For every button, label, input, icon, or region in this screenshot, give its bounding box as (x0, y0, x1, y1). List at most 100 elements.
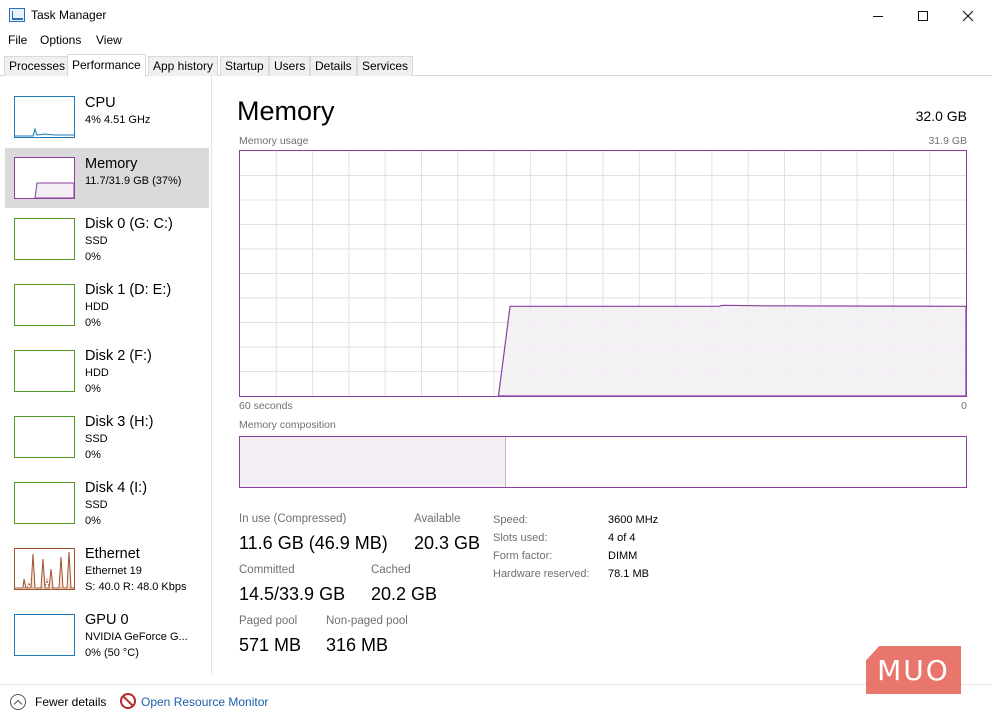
sidebar-item-cpu[interactable]: CPU 4% 4.51 GHz (5, 88, 209, 148)
tab-users[interactable]: Users (269, 56, 311, 76)
sidebar-item-detail: 4% 4.51 GHz (85, 114, 151, 126)
sidebar-item-detail: 0% (85, 449, 101, 461)
close-button[interactable] (945, 0, 991, 32)
menu-view[interactable]: View (96, 33, 122, 47)
memory-composition-label: Memory composition (239, 419, 336, 431)
sidebar-item-disk-1[interactable]: Disk 1 (D: E:) HDD 0% (5, 278, 209, 338)
gpu-thumbnail (14, 614, 75, 656)
sidebar-item-detail: 0% (85, 383, 101, 395)
memory-thumbnail (14, 157, 75, 199)
title-bar: Task Manager (0, 0, 992, 32)
sidebar-item-adapter: Ethernet 19 (85, 565, 142, 577)
resource-monitor-icon (120, 693, 136, 709)
sidebar-item-detail: S: 40.0 R: 48.0 Kbps (85, 581, 187, 593)
ethernet-thumbnail (14, 548, 75, 590)
tab-strip: Processes Performance App history Startu… (0, 54, 992, 77)
sidebar-item-detail: 0% (85, 251, 101, 263)
sidebar-item-label: Disk 2 (F:) (85, 348, 152, 364)
sidebar-item-type: SSD (85, 235, 108, 247)
sidebar-item-label: Disk 3 (H:) (85, 414, 154, 430)
chevron-up-icon[interactable] (10, 694, 26, 710)
sidebar-item-disk-2[interactable]: Disk 2 (F:) HDD 0% (5, 344, 209, 404)
page-title: Memory (237, 96, 335, 126)
memory-usage-chart (240, 151, 967, 397)
tab-app-history[interactable]: App history (148, 56, 219, 76)
graph-axis-right: 0 (961, 400, 967, 412)
tab-performance[interactable]: Performance (67, 54, 146, 77)
watermark-logo: MUO (866, 646, 961, 694)
speed-label: Speed: (493, 514, 528, 526)
sidebar-item-model: NVIDIA GeForce G... (85, 631, 188, 643)
sidebar-item-label: Disk 4 (I:) (85, 480, 148, 496)
slots-label: Slots used: (493, 532, 548, 544)
sidebar-item-memory[interactable]: Memory 11.7/31.9 GB (37%) (5, 148, 209, 208)
form-factor-value: DIMM (608, 550, 638, 562)
paged-pool-value: 571 MB (239, 635, 302, 655)
sidebar-item-disk-4[interactable]: Disk 4 (I:) SSD 0% (5, 476, 209, 536)
sidebar-item-detail: 11.7/31.9 GB (37%) (85, 175, 182, 187)
sidebar-item-type: HDD (85, 301, 109, 313)
sidebar-item-disk-3[interactable]: Disk 3 (H:) SSD 0% (5, 410, 209, 470)
memory-usage-area (497, 304, 967, 397)
slots-value: 4 of 4 (608, 532, 636, 544)
menu-options[interactable]: Options (40, 33, 81, 47)
disk-1-thumbnail (14, 284, 75, 326)
disk-4-thumbnail (14, 482, 75, 524)
sidebar-item-detail: 0% (85, 317, 101, 329)
sidebar-item-detail: 0% (50 °C) (85, 647, 139, 659)
non-paged-pool-value: 316 MB (326, 635, 389, 655)
menu-file[interactable]: File (8, 33, 27, 47)
maximize-icon (918, 11, 928, 21)
tab-details[interactable]: Details (310, 56, 357, 76)
in-use-value: 11.6 GB (46.9 MB) (239, 533, 388, 553)
footer-bar: Fewer details Open Resource Monitor (0, 684, 992, 726)
close-icon (962, 10, 974, 22)
sidebar-item-label: Memory (85, 156, 138, 172)
sidebar-item-type: HDD (85, 367, 109, 379)
disk-2-thumbnail (14, 350, 75, 392)
hardware-reserved-value: 78.1 MB (608, 568, 649, 580)
disk-0-thumbnail (14, 218, 75, 260)
minimize-icon (873, 15, 883, 17)
sidebar-item-gpu-0[interactable]: GPU 0 NVIDIA GeForce G... 0% (50 °C) (5, 608, 209, 668)
form-factor-label: Form factor: (493, 550, 553, 562)
sidebar-item-type: SSD (85, 499, 108, 511)
sidebar-item-type: SSD (85, 433, 108, 445)
available-label: Available (414, 513, 461, 525)
memory-total: 32.0 GB (915, 108, 967, 124)
sidebar-item-disk-0[interactable]: Disk 0 (G: C:) SSD 0% (5, 212, 209, 272)
speed-value: 3600 MHz (608, 514, 659, 526)
memory-usage-label: Memory usage (239, 135, 309, 147)
tab-services[interactable]: Services (357, 56, 414, 76)
paged-pool-label: Paged pool (239, 615, 298, 627)
sidebar-item-label: Disk 0 (G: C:) (85, 216, 173, 232)
memory-usage-max: 31.9 GB (928, 135, 967, 147)
sidebar-item-label: CPU (85, 95, 116, 111)
resource-sidebar: CPU 4% 4.51 GHz Memory 11.7/31.9 GB (37%… (0, 76, 212, 674)
maximize-button[interactable] (900, 0, 946, 32)
minimize-button[interactable] (855, 0, 901, 32)
open-resource-monitor-link[interactable]: Open Resource Monitor (141, 695, 268, 709)
memory-composition-bar (239, 436, 967, 488)
cpu-thumbnail (14, 96, 75, 138)
in-use-label: In use (Compressed) (239, 513, 347, 525)
cached-label: Cached (371, 564, 411, 576)
committed-value: 14.5/33.9 GB (239, 584, 346, 604)
committed-label: Committed (239, 564, 295, 576)
cached-value: 20.2 GB (371, 584, 438, 604)
sidebar-item-label: Ethernet (85, 546, 140, 562)
non-paged-pool-label: Non-paged pool (326, 615, 408, 627)
sidebar-item-label: GPU 0 (85, 612, 129, 628)
menu-bar: File Options View (0, 32, 992, 50)
disk-3-thumbnail (14, 416, 75, 458)
tab-processes[interactable]: Processes (4, 56, 71, 76)
sidebar-item-ethernet[interactable]: Ethernet Ethernet 19 S: 40.0 R: 48.0 Kbp… (5, 542, 209, 602)
memory-in-use-segment (240, 437, 506, 487)
fewer-details-link[interactable]: Fewer details (35, 695, 106, 709)
sidebar-item-label: Disk 1 (D: E:) (85, 282, 172, 298)
memory-usage-graph (239, 150, 967, 397)
hardware-reserved-label: Hardware reserved: (493, 568, 590, 580)
graph-axis-left: 60 seconds (239, 400, 293, 412)
tab-startup[interactable]: Startup (220, 56, 269, 76)
task-manager-icon (9, 8, 25, 22)
